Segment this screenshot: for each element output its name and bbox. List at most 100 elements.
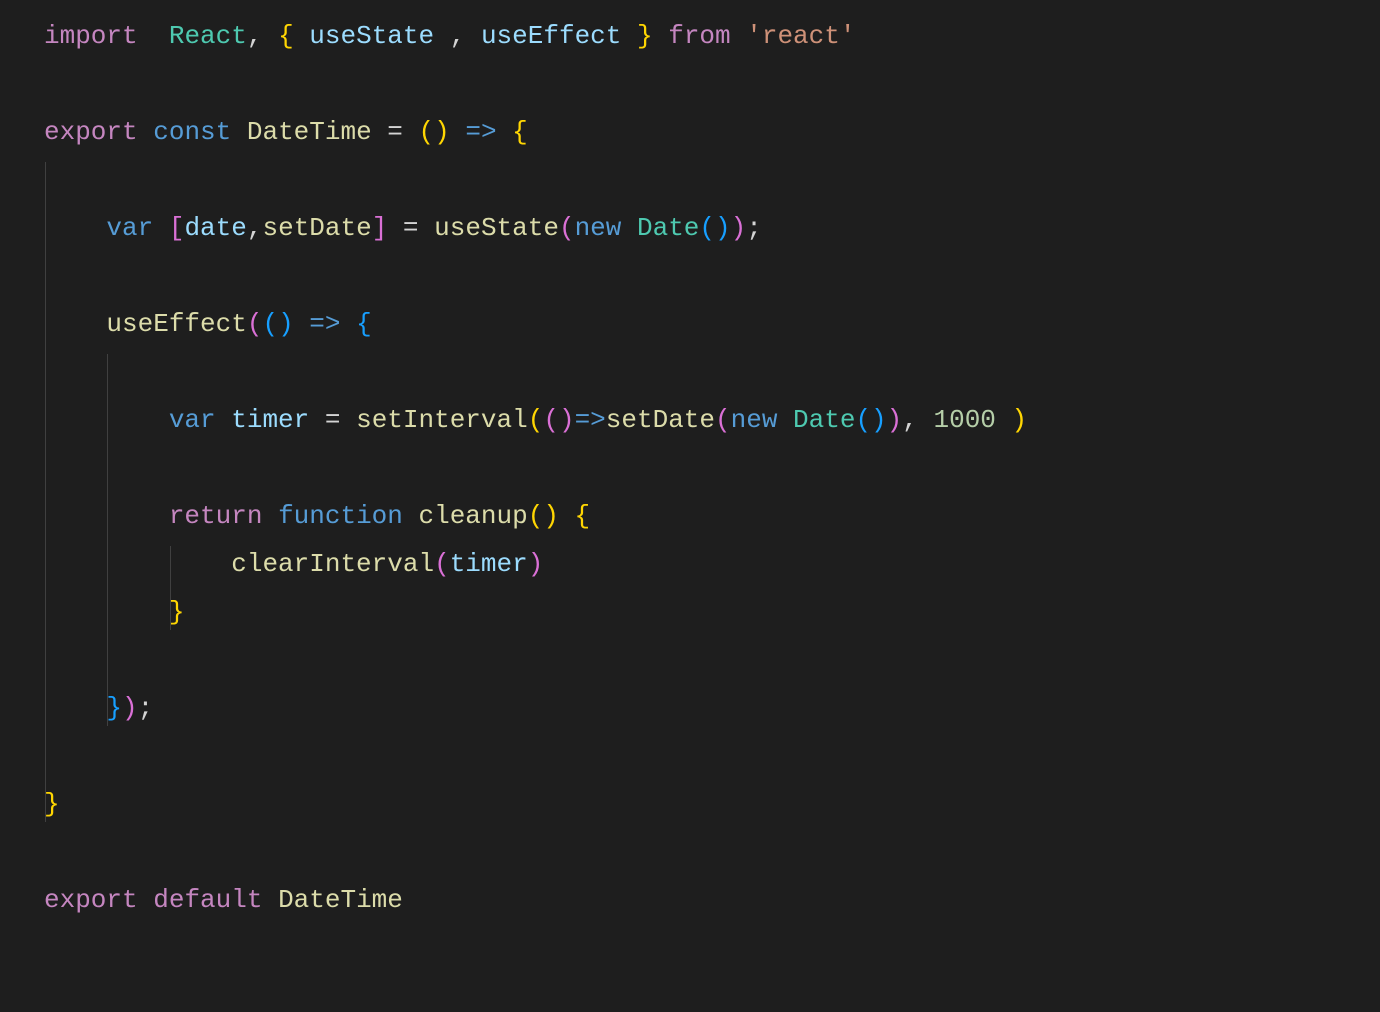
code-token: function (278, 501, 403, 531)
code-line[interactable] (44, 444, 1380, 492)
code-token: useState (309, 21, 434, 51)
code-line[interactable]: } (44, 780, 1380, 828)
code-line[interactable]: clearInterval(timer) (44, 540, 1380, 588)
code-token: new (731, 405, 778, 435)
code-token: } (106, 693, 122, 723)
code-token (621, 21, 637, 51)
code-token: import (44, 21, 138, 51)
code-token (153, 213, 169, 243)
code-token: DateTime (278, 885, 403, 915)
code-token (262, 885, 278, 915)
code-token: ( (715, 405, 731, 435)
code-line[interactable] (44, 636, 1380, 684)
code-token: ( (247, 309, 263, 339)
code-token: = (387, 117, 403, 147)
code-token: ) (122, 693, 138, 723)
code-token (138, 885, 154, 915)
code-token (653, 21, 669, 51)
code-line[interactable] (44, 348, 1380, 396)
code-token: DateTime (247, 117, 372, 147)
code-line[interactable]: } (44, 588, 1380, 636)
code-token: export (44, 117, 138, 147)
code-token (294, 309, 310, 339)
code-token: { (512, 117, 528, 147)
code-token (731, 21, 747, 51)
code-line[interactable]: export const DateTime = () => { (44, 108, 1380, 156)
code-line[interactable] (44, 60, 1380, 108)
code-token: 1000 (934, 405, 996, 435)
code-token (262, 501, 278, 531)
code-token (387, 213, 403, 243)
code-token: from (668, 21, 730, 51)
code-token: [ (169, 213, 185, 243)
code-token: ) (528, 549, 544, 579)
code-token: return (169, 501, 263, 531)
code-token: () (855, 405, 886, 435)
code-token: () (543, 405, 574, 435)
code-token (777, 405, 793, 435)
code-token: = (325, 405, 341, 435)
code-token: } (44, 789, 60, 819)
code-token: useEffect (481, 21, 621, 51)
code-token: var (169, 405, 216, 435)
code-token: timer (450, 549, 528, 579)
code-token (340, 405, 356, 435)
code-token: = (403, 213, 419, 243)
code-token (621, 213, 637, 243)
code-token (138, 117, 154, 147)
code-token (497, 117, 513, 147)
code-line[interactable]: useEffect(() => { (44, 300, 1380, 348)
code-token: ; (138, 693, 154, 723)
code-token (465, 21, 481, 51)
code-line[interactable] (44, 156, 1380, 204)
code-token: , (450, 21, 466, 51)
code-token: 'react' (746, 21, 855, 51)
code-token: export (44, 885, 138, 915)
code-line[interactable] (44, 732, 1380, 780)
code-token: ) (887, 405, 903, 435)
code-token: () (528, 501, 559, 531)
code-token: React (169, 21, 247, 51)
code-token: () (699, 213, 730, 243)
code-token (403, 501, 419, 531)
code-line[interactable] (44, 252, 1380, 300)
code-token: , (247, 21, 278, 51)
code-token: useState (434, 213, 559, 243)
code-token: timer (231, 405, 309, 435)
code-token: => (309, 309, 340, 339)
code-token: { (575, 501, 591, 531)
code-token: cleanup (419, 501, 528, 531)
code-line[interactable]: }); (44, 684, 1380, 732)
code-token (231, 117, 247, 147)
code-line[interactable]: export default DateTime (44, 876, 1380, 924)
code-token (403, 117, 419, 147)
code-line[interactable] (44, 828, 1380, 876)
code-token (216, 405, 232, 435)
code-token (559, 501, 575, 531)
code-token (419, 213, 435, 243)
code-token (138, 21, 169, 51)
code-token: setDate (262, 213, 371, 243)
code-line[interactable]: var [date,setDate] = useState(new Date()… (44, 204, 1380, 252)
code-token (294, 21, 310, 51)
code-token: ( (528, 405, 544, 435)
code-line[interactable]: return function cleanup() { (44, 492, 1380, 540)
code-line[interactable]: import React, { useState , useEffect } f… (44, 12, 1380, 60)
code-editor[interactable]: import React, { useState , useEffect } f… (0, 0, 1380, 924)
code-token: Date (637, 213, 699, 243)
code-token (450, 117, 466, 147)
code-token: } (637, 21, 653, 51)
code-token: ) (731, 213, 747, 243)
code-token: , (247, 213, 263, 243)
code-token (372, 117, 388, 147)
code-token: ( (559, 213, 575, 243)
code-token: new (575, 213, 622, 243)
code-token (341, 309, 357, 339)
code-token: () (262, 309, 293, 339)
code-line[interactable]: var timer = setInterval(()=>setDate(new … (44, 396, 1380, 444)
code-token: Date (793, 405, 855, 435)
code-token: => (465, 117, 496, 147)
code-token: var (106, 213, 153, 243)
code-token: useEffect (106, 309, 246, 339)
code-token: clearInterval (231, 549, 434, 579)
